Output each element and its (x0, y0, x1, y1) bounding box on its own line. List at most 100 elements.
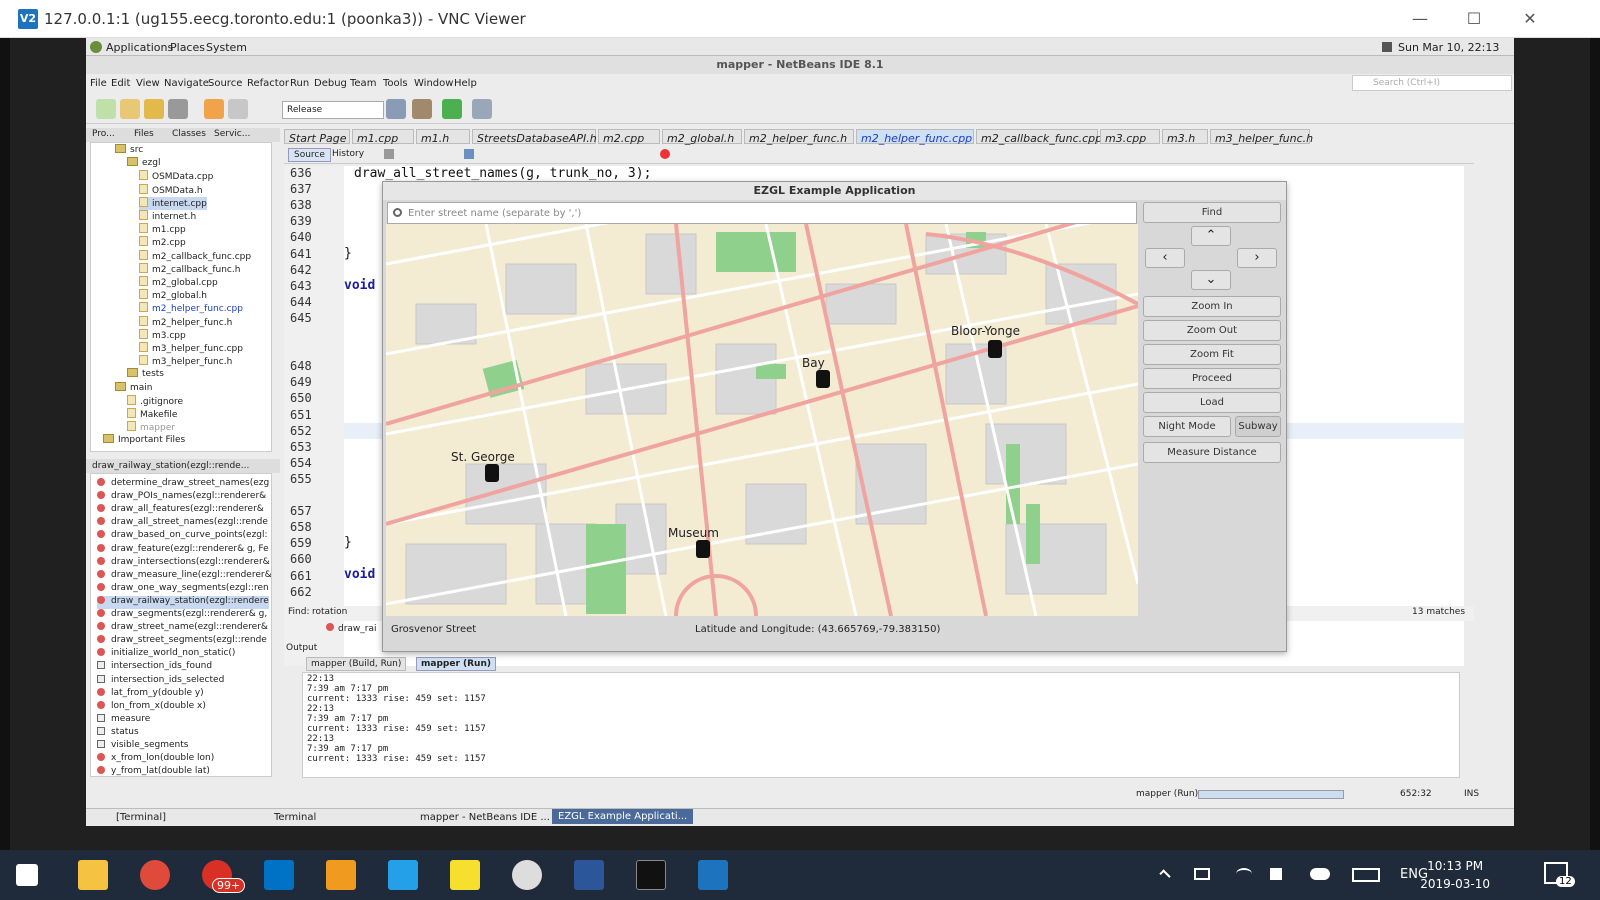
task-ezgl[interactable]: EZGL Example Applicati... (552, 809, 694, 824)
navigator-item[interactable]: intersection_ids_selected (97, 674, 224, 688)
settings-icon[interactable] (512, 860, 542, 890)
navigator-item[interactable]: draw_all_features(ezgl::renderer& (97, 504, 264, 517)
tree-item[interactable]: m2_callback_func.h (139, 262, 240, 276)
find-button[interactable]: Find (1143, 202, 1281, 223)
back-icon[interactable] (384, 149, 394, 159)
debug-icon[interactable] (472, 99, 492, 119)
tree-item[interactable]: m1.cpp (139, 223, 186, 236)
pan-right-button[interactable]: › (1237, 248, 1277, 268)
run-icon[interactable] (442, 99, 462, 119)
editor-tab[interactable]: m2_helper_func.h (744, 129, 854, 145)
tree-item[interactable]: OSMData.h (139, 183, 203, 197)
navigator-item[interactable]: intersection_ids_found (97, 661, 212, 674)
navigator-item[interactable]: draw_based_on_curve_points(ezgl: (97, 530, 268, 543)
output-tab-run[interactable]: mapper (Run) (416, 657, 496, 671)
menu-applications[interactable]: Applications (106, 41, 173, 54)
navigator-item[interactable]: y_from_lat(double lat) (97, 766, 210, 776)
new-file-icon[interactable] (96, 99, 116, 119)
editor-tab[interactable]: m2_callback_func.cpp (976, 129, 1102, 145)
output-tab-build[interactable]: mapper (Build, Run) (306, 657, 407, 671)
pan-up-button[interactable]: ⌃ (1191, 226, 1231, 246)
editor-tab[interactable]: StreetsDatabaseAPI.h (472, 129, 597, 145)
redo-icon[interactable] (228, 99, 248, 119)
panel-clock[interactable]: Sun Mar 10, 22:13 (1398, 41, 1499, 54)
tray-chevron-up-icon[interactable] (1159, 869, 1171, 881)
menu-debug[interactable]: Debug (314, 78, 347, 89)
navigator-item[interactable]: lat_from_y(double y) (97, 687, 204, 701)
tree-item[interactable]: m3_helper_func.h (139, 355, 232, 368)
editor-tab[interactable]: Start Page (284, 129, 350, 145)
tree-item[interactable]: internet.cpp (139, 196, 207, 210)
keyboard-icon[interactable] (1352, 868, 1380, 882)
navigator-item[interactable]: status (97, 726, 139, 740)
proceed-button[interactable]: Proceed (1143, 368, 1281, 389)
editor-tab[interactable]: m2_global.h (662, 129, 742, 145)
undo-icon[interactable] (204, 99, 224, 119)
file-explorer-icon[interactable] (78, 860, 108, 890)
subway-icon[interactable] (816, 370, 830, 388)
navigator-item[interactable]: measure (97, 713, 150, 727)
editor-tab[interactable]: m3.h (1162, 129, 1208, 145)
navigator-item[interactable]: draw_intersections(ezgl::renderer& (97, 556, 270, 570)
measure-distance-button[interactable]: Measure Distance (1143, 442, 1281, 463)
navigator-item[interactable]: draw_POIs_names(ezgl::renderer& (97, 491, 266, 504)
navigator-item[interactable]: determine_draw_street_names(ezg (97, 478, 269, 491)
tree-item[interactable]: ezgl (127, 157, 160, 170)
tree-item[interactable]: m2_helper_func.h (139, 315, 232, 329)
battery-icon[interactable] (1194, 868, 1210, 880)
pan-left-button[interactable]: ‹ (1145, 248, 1185, 268)
terminal-icon[interactable] (636, 860, 666, 890)
subway-icon[interactable] (988, 340, 1002, 358)
system-clock[interactable]: 10:13 PM 2019-03-10 (1420, 857, 1490, 893)
pan-down-button[interactable]: ⌄ (1191, 270, 1231, 290)
tree-item[interactable]: m2.cpp (139, 236, 186, 249)
navigator-item[interactable]: draw_segments(ezgl::renderer& g, (97, 609, 267, 622)
task-terminal-1[interactable]: [Terminal] (116, 812, 166, 823)
navigator-item[interactable]: draw_feature(ezgl::renderer& g, Fe (97, 543, 269, 557)
output-title[interactable]: Output (286, 643, 317, 653)
tab-classes[interactable]: Classes (172, 129, 206, 139)
menu-edit[interactable]: Edit (111, 78, 130, 89)
task-terminal-2[interactable]: Terminal (274, 812, 316, 823)
outlook-icon[interactable] (264, 860, 294, 890)
menu-navigate[interactable]: Navigate (164, 78, 209, 89)
menu-source[interactable]: Source (208, 78, 242, 89)
subway-button[interactable]: Subway (1235, 416, 1281, 437)
source-tab[interactable]: Source (288, 148, 331, 162)
navigator-item[interactable]: draw_street_name(ezgl::renderer& (97, 622, 268, 635)
zoom-fit-button[interactable]: Zoom Fit (1143, 344, 1281, 365)
navigator-item[interactable]: draw_all_street_names(ezgl::rende (97, 517, 268, 530)
menu-refactor[interactable]: Refactor (247, 78, 289, 89)
new-project-icon[interactable] (120, 99, 140, 119)
navigator-item[interactable]: draw_one_way_segments(ezgl::ren (97, 582, 269, 596)
editor-tab[interactable]: m2_helper_func.cpp (856, 129, 974, 145)
pdf-app-icon[interactable] (326, 860, 356, 890)
output-console[interactable]: 22:13 7:39 am 7:17 pm current: 1333 rise… (302, 672, 1460, 778)
wifi-icon[interactable] (1236, 868, 1252, 880)
editor-tab[interactable]: m3.cpp (1100, 129, 1160, 145)
volume-muted-icon[interactable] (1270, 868, 1282, 880)
record-icon[interactable] (660, 149, 670, 159)
navigator-item[interactable]: x_from_lon(double lon) (97, 753, 214, 766)
zoom-out-button[interactable]: Zoom Out (1143, 320, 1281, 341)
build-icon[interactable] (386, 99, 406, 119)
windows-start-icon[interactable] (16, 864, 38, 886)
tree-item[interactable]: m2_global.cpp (139, 276, 218, 289)
ide-search-input[interactable]: Search (Ctrl+I) (1352, 75, 1512, 91)
sticky-notes-icon[interactable] (450, 860, 480, 890)
tab-services[interactable]: Servic... (214, 129, 250, 139)
tree-item[interactable]: .gitignore (127, 394, 183, 408)
open-project-icon[interactable] (144, 99, 164, 119)
tree-item[interactable]: tests (127, 368, 164, 381)
tree-item[interactable]: m2_helper_func.cpp (139, 302, 243, 315)
map-canvas[interactable]: Bloor-Yonge Bay St. George Museum (386, 224, 1138, 616)
find-icon[interactable] (464, 149, 474, 159)
tree-item[interactable]: Makefile (127, 408, 177, 421)
zoom-in-button[interactable]: Zoom In (1143, 296, 1281, 317)
volume-icon[interactable] (1382, 42, 1392, 52)
menu-help[interactable]: Help (454, 78, 477, 89)
load-button[interactable]: Load (1143, 392, 1281, 413)
tree-item[interactable]: src (115, 144, 143, 157)
navigator-item[interactable]: lon_from_x(double x) (97, 700, 206, 714)
vnc-viewer-icon[interactable] (698, 860, 728, 890)
